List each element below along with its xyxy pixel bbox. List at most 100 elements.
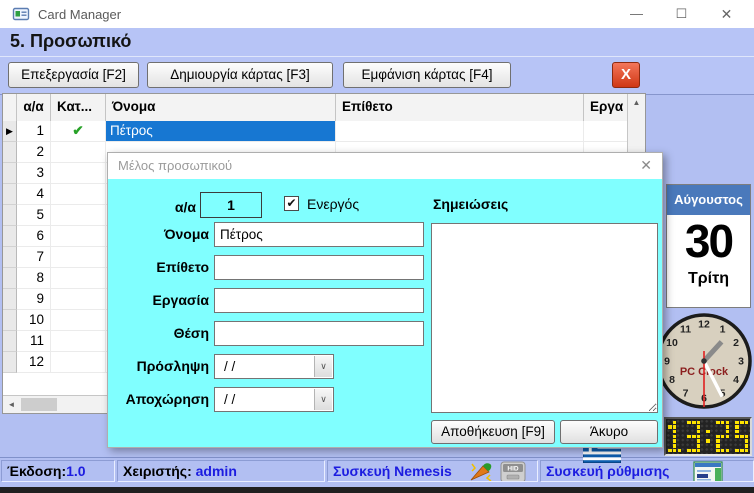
header-surname[interactable]: Επίθετο <box>336 94 584 121</box>
led-dot <box>735 430 739 434</box>
position-label: Θέση <box>108 325 209 341</box>
cell-index[interactable]: 1 <box>17 121 51 142</box>
header-name[interactable]: Όνομα <box>106 94 336 121</box>
led-dot <box>687 449 691 453</box>
led-dot <box>697 449 701 453</box>
cell-status[interactable] <box>51 205 106 226</box>
cell-index[interactable]: 7 <box>17 247 51 268</box>
row-pointer-cell[interactable] <box>3 289 17 310</box>
cell-status[interactable] <box>51 310 106 331</box>
job-input[interactable] <box>214 288 424 313</box>
svg-text:8: 8 <box>669 374 675 386</box>
create-card-button[interactable]: Δημιουργία κάρτας [F3] <box>147 62 333 88</box>
cell-status[interactable] <box>51 142 106 163</box>
header-index[interactable]: α/α <box>17 94 51 121</box>
cell-surname[interactable] <box>336 121 584 142</box>
dialog-close-icon[interactable]: ✕ <box>640 157 652 174</box>
cell-name[interactable]: Πέτρος <box>106 121 336 142</box>
connector-icon <box>468 461 494 482</box>
name-input[interactable] <box>214 222 424 247</box>
led-dot <box>697 425 701 429</box>
cell-index[interactable]: 6 <box>17 226 51 247</box>
version-value: 1.0 <box>66 463 85 479</box>
cell-index[interactable]: 5 <box>17 205 51 226</box>
cell-status[interactable] <box>51 331 106 352</box>
row-pointer-cell[interactable] <box>3 247 17 268</box>
led-dot <box>740 421 744 425</box>
window-bottom-edge <box>0 487 754 493</box>
minimize-button[interactable]: — <box>614 0 659 28</box>
row-pointer-cell[interactable] <box>3 226 17 247</box>
scroll-left-icon[interactable]: ◄ <box>3 396 20 413</box>
cell-index[interactable]: 10 <box>17 310 51 331</box>
table-row[interactable]: ▶1✔Πέτρος <box>3 121 627 142</box>
settings-label: Συσκευή ρύθμισης <box>546 463 669 479</box>
close-button[interactable]: ✕ <box>704 0 749 28</box>
cell-status[interactable] <box>51 163 106 184</box>
led-dot <box>745 439 749 443</box>
cell-status[interactable] <box>51 247 106 268</box>
cell-index[interactable]: 11 <box>17 331 51 352</box>
cell-index[interactable]: 3 <box>17 163 51 184</box>
staff-member-dialog: Μέλος προσωπικού ✕ α/α 1 ✔ Ενεργός Όνομα… <box>107 152 663 448</box>
cell-status[interactable] <box>51 352 106 373</box>
led-dot <box>726 425 730 429</box>
row-pointer-cell[interactable] <box>3 184 17 205</box>
leave-date-combo[interactable]: / / ∨ <box>214 387 334 412</box>
cell-job[interactable] <box>584 121 627 142</box>
led-dot <box>716 421 720 425</box>
cell-index[interactable]: 2 <box>17 142 51 163</box>
row-pointer-cell[interactable] <box>3 310 17 331</box>
hid-device-icon: HID <box>500 461 526 482</box>
id-label: α/α <box>144 199 196 215</box>
cell-index[interactable]: 9 <box>17 289 51 310</box>
cell-index[interactable]: 8 <box>17 268 51 289</box>
analog-clock: 1212 345 678 91011 PC Clock <box>651 305 754 418</box>
dialog-title-bar: Μέλος προσωπικού ✕ <box>108 153 662 179</box>
led-dot <box>697 444 701 448</box>
version-label: Έκδοση: <box>7 463 66 479</box>
header-job[interactable]: Εργα <box>584 94 627 121</box>
hid-label: HID <box>507 466 519 473</box>
row-pointer-cell[interactable] <box>3 142 17 163</box>
row-pointer-cell[interactable] <box>3 268 17 289</box>
position-input[interactable] <box>214 321 424 346</box>
cell-status[interactable]: ✔ <box>51 121 106 142</box>
led-dot <box>697 439 701 443</box>
row-pointer-cell[interactable] <box>3 205 17 226</box>
calendar-weekday: Τρίτη <box>667 270 750 288</box>
cell-status[interactable] <box>51 184 106 205</box>
cell-index[interactable]: 4 <box>17 184 51 205</box>
show-card-button[interactable]: Εμφάνιση κάρτας [F4] <box>343 62 511 88</box>
maximize-button[interactable]: ☐ <box>659 0 704 28</box>
edit-button[interactable]: Επεξεργασία [F2] <box>8 62 139 88</box>
row-pointer-cell[interactable] <box>3 352 17 373</box>
cancel-button[interactable]: Άκυρο <box>560 420 658 444</box>
cell-status[interactable] <box>51 289 106 310</box>
led-dot <box>668 425 672 429</box>
row-pointer-cell[interactable] <box>3 163 17 184</box>
cell-index[interactable]: 12 <box>17 352 51 373</box>
chevron-down-icon[interactable]: ∨ <box>314 356 332 377</box>
row-pointer-cell[interactable]: ▶ <box>3 121 17 142</box>
row-pointer-cell[interactable] <box>3 331 17 352</box>
chevron-down-icon[interactable]: ∨ <box>314 389 332 410</box>
led-dot <box>735 421 739 425</box>
cell-status[interactable] <box>51 268 106 289</box>
active-checkbox[interactable]: ✔ <box>284 196 299 211</box>
scrollbar-thumb[interactable] <box>21 398 57 411</box>
hire-date-label: Πρόσληψη <box>108 358 209 374</box>
header-status[interactable]: Κατ... <box>51 94 106 121</box>
cell-status[interactable] <box>51 226 106 247</box>
name-label: Όνομα <box>108 226 209 242</box>
notes-textarea[interactable] <box>431 223 658 413</box>
close-panel-button[interactable]: X <box>612 62 640 88</box>
hire-date-combo[interactable]: / / ∨ <box>214 354 334 379</box>
led-dot <box>673 421 677 425</box>
surname-input[interactable] <box>214 255 424 280</box>
led-dot <box>687 421 691 425</box>
led-dot <box>697 430 701 434</box>
scroll-up-icon[interactable]: ▲ <box>628 94 645 111</box>
led-dot <box>721 449 725 453</box>
save-button[interactable]: Αποθήκευση [F9] <box>431 420 555 444</box>
